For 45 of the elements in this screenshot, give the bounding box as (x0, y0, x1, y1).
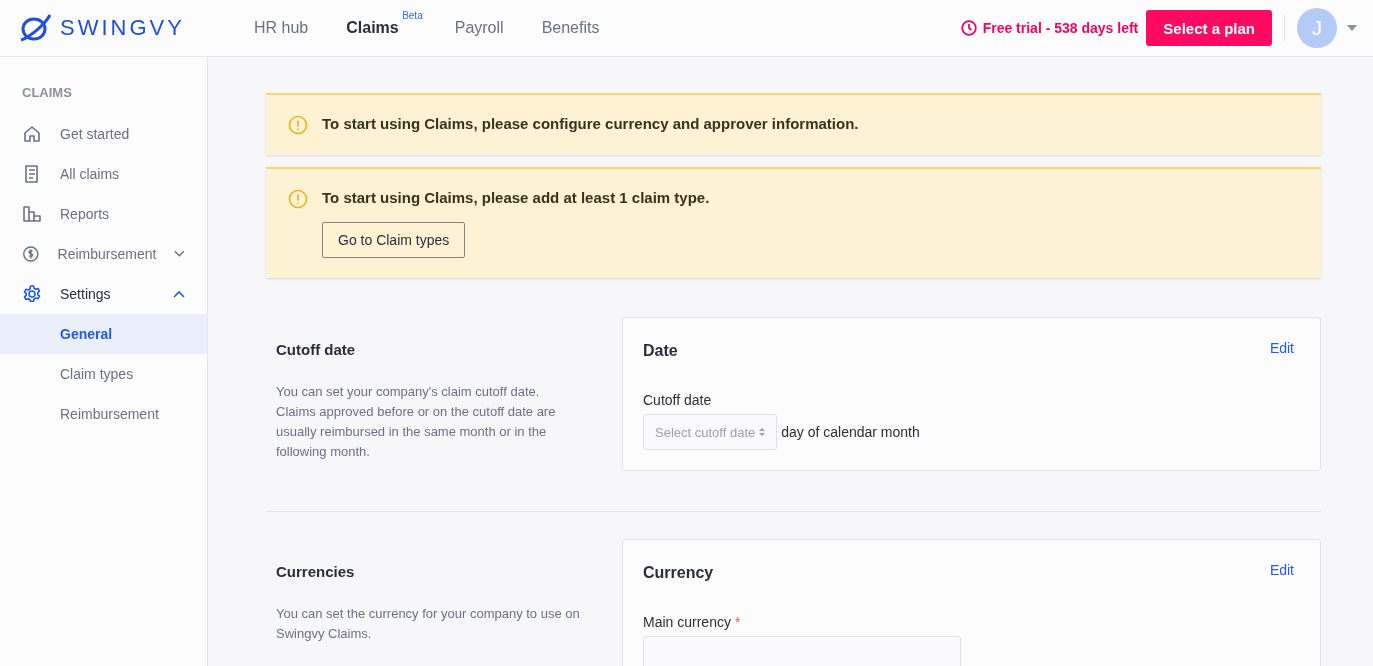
sidebar-item[interactable]: Reports (0, 194, 207, 234)
dollar-icon (22, 244, 40, 264)
nav-link[interactable]: Benefits (541, 19, 600, 37)
section-description: You can set the currency for your company to use on Swingvy Claims. (276, 605, 581, 643)
sidebar-subitem[interactable]: Reimbursement (0, 394, 207, 434)
field-label: Cutoff date (643, 392, 713, 408)
logo-text: SWINGVY (60, 15, 185, 41)
edit-link[interactable]: Edit (1269, 562, 1294, 582)
currency-field[interactable] (643, 636, 961, 666)
sidebar-heading: CLAIMS (21, 85, 73, 102)
edit-link[interactable]: Edit (1269, 340, 1294, 360)
beta-label: Beta (402, 10, 423, 21)
sidebar-item[interactable]: Reimbursement (0, 234, 207, 274)
card-title: Currency (643, 563, 714, 582)
section-title: Cutoff date (276, 341, 357, 358)
home-icon (22, 124, 42, 144)
section-title: Currencies (276, 563, 356, 580)
sidebar-item[interactable]: All claims (0, 154, 207, 194)
warning-text: To start using Claims, please add at least 1 claim type. (322, 189, 710, 206)
warning-text: To start using Claims, please configure currency and approver information. (322, 115, 859, 132)
required-mark: * (734, 614, 741, 630)
logo-icon (18, 12, 52, 44)
select-plan-button[interactable]: Select a plan (1146, 10, 1272, 46)
claim-types-button[interactable]: Go to Claim types (322, 222, 466, 258)
sort-arrows-icon (759, 427, 766, 437)
sidebar-item[interactable]: Get started (0, 114, 207, 154)
sidebar-subitem[interactable]: General (0, 314, 207, 354)
nav-link[interactable]: HR hub (254, 19, 309, 37)
bar-chart-icon (22, 204, 42, 224)
sidebar-subitem[interactable]: Claim types (0, 354, 207, 394)
field-suffix: day of calendar month (781, 424, 920, 440)
caret-icon[interactable] (1347, 25, 1357, 31)
warning-icon (288, 115, 308, 135)
sidebar-item[interactable]: Settings (0, 274, 207, 314)
nav-link[interactable]: Payroll (454, 19, 504, 37)
section-description: You can set your company's claim cutoff date. Claims approved before or on the cutoff date are usually reimbursed in the same month or in the following month. (276, 383, 557, 461)
settings-icon (22, 284, 42, 304)
field-label: Main currency * (643, 614, 742, 630)
cutoff-date-select[interactable]: Select cutoff date (643, 414, 778, 450)
card-title: Date (643, 341, 678, 360)
clock-icon (960, 20, 977, 36)
warning-icon (288, 189, 308, 209)
trial-text: Free trial - 538 days left (982, 20, 1139, 36)
chevron-down-icon[interactable] (174, 250, 185, 258)
chevron-up-icon[interactable] (173, 290, 185, 298)
